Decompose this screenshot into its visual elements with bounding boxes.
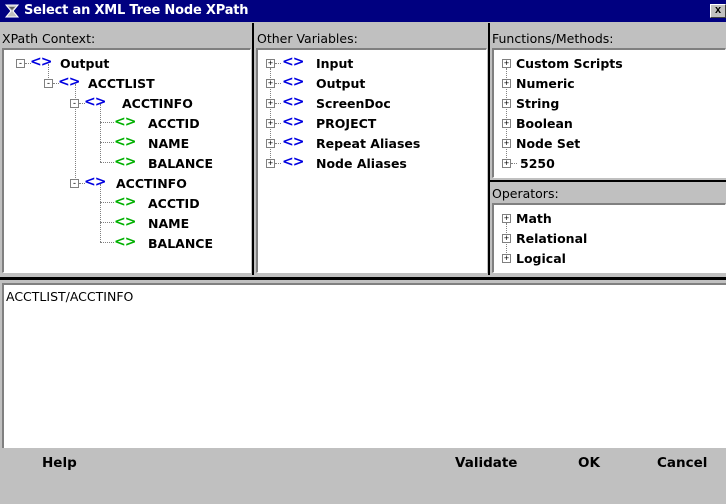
element-icon: <> [114, 234, 136, 250]
element-icon: <> [282, 134, 304, 150]
tree-node-label: Custom Scripts [516, 56, 623, 71]
tree-node-label: NAME [148, 216, 190, 231]
expand-icon[interactable]: + [502, 254, 511, 263]
tree-node-label: Math [516, 211, 552, 226]
validate-button[interactable]: Validate [455, 455, 517, 477]
element-icon: <> [282, 114, 304, 130]
element-icon: <> [114, 134, 136, 150]
xpath-context-tree[interactable]: - <> Output - <> ACCTLIST - <> ACCTINFO … [2, 48, 251, 273]
collapse-icon[interactable]: - [70, 99, 79, 108]
tree-node-label: Input [316, 56, 354, 71]
tree-node-label: Output [316, 76, 366, 91]
expand-icon[interactable]: + [502, 234, 511, 243]
tree-node-label: ACCTID [148, 116, 200, 131]
expand-icon[interactable]: + [266, 139, 275, 148]
other-variables-label: Other Variables: [257, 31, 358, 46]
tree-node-label: PROJECT [316, 116, 377, 131]
expand-icon[interactable]: + [266, 99, 275, 108]
panel-divider[interactable] [488, 23, 490, 275]
tree-node-label: String [516, 96, 560, 111]
other-variables-tree[interactable]: + <> Input + <> Output + <> ScreenDoc + … [256, 48, 487, 273]
tree-node-label: Numeric [516, 76, 575, 91]
ok-button[interactable]: OK [578, 455, 600, 477]
tree-node-label: Node Set [516, 136, 581, 151]
cancel-button[interactable]: Cancel [657, 455, 707, 477]
collapse-icon[interactable]: - [44, 79, 53, 88]
expand-icon[interactable]: + [502, 119, 511, 128]
expand-icon[interactable]: + [266, 119, 275, 128]
element-icon: <> [114, 114, 136, 130]
tree-node-label: Repeat Aliases [316, 136, 421, 151]
element-icon: <> [58, 74, 80, 90]
close-button[interactable]: x [710, 4, 726, 18]
element-icon: <> [114, 154, 136, 170]
title-bar: Select an XML Tree Node XPath x [0, 0, 726, 22]
tree-node-label: ACCTID [148, 196, 200, 211]
tree-node-label: 5250 [520, 156, 555, 171]
element-icon: <> [282, 54, 304, 70]
tree-node-label: BALANCE [148, 236, 214, 251]
element-icon: <> [114, 194, 136, 210]
element-icon: <> [282, 74, 304, 90]
panel-divider[interactable] [252, 23, 254, 275]
tree-node-label: Logical [516, 251, 566, 266]
element-icon: <> [282, 154, 304, 170]
expand-icon[interactable]: + [266, 159, 275, 168]
expand-icon[interactable]: + [502, 79, 511, 88]
collapse-icon[interactable]: - [16, 59, 25, 68]
tree-node-label: Output [60, 56, 110, 71]
tree-node-label: ACCTLIST [88, 76, 155, 91]
element-icon: <> [30, 54, 52, 70]
help-button[interactable]: Help [42, 455, 77, 477]
xpath-context-label: XPath Context: [2, 31, 96, 46]
element-icon: <> [282, 94, 304, 110]
operators-tree[interactable]: + Math + Relational + Logical [492, 203, 726, 273]
expand-icon[interactable]: + [502, 99, 511, 108]
app-icon [4, 4, 20, 18]
expand-icon[interactable]: + [502, 139, 511, 148]
expand-icon[interactable]: + [502, 59, 511, 68]
xpath-expression-value: ACCTLIST/ACCTINFO [6, 289, 134, 304]
splitter[interactable] [0, 277, 726, 280]
tree-node-label: Relational [516, 231, 588, 246]
tree-node-label: BALANCE [148, 156, 214, 171]
functions-tree[interactable]: + Custom Scripts + Numeric + String + Bo… [492, 48, 726, 178]
element-icon: <> [84, 174, 106, 190]
element-icon: <> [114, 214, 136, 230]
expand-icon[interactable]: + [502, 159, 511, 168]
tree-node-label: ACCTINFO [116, 176, 187, 191]
tree-node-label: ScreenDoc [316, 96, 391, 111]
window-title: Select an XML Tree Node XPath [24, 3, 249, 18]
tree-node-label: NAME [148, 136, 190, 151]
expand-icon[interactable]: + [266, 59, 275, 68]
xpath-expression-field[interactable]: ACCTLIST/ACCTINFO [2, 283, 726, 448]
tree-node-label: Boolean [516, 116, 573, 131]
element-icon: <> [84, 94, 106, 110]
collapse-icon[interactable]: - [70, 179, 79, 188]
tree-node-label: Node Aliases [316, 156, 407, 171]
operators-label: Operators: [492, 186, 559, 201]
tree-node-label: ACCTINFO [122, 96, 193, 111]
functions-label: Functions/Methods: [492, 31, 614, 46]
panel-divider[interactable] [490, 180, 726, 182]
expand-icon[interactable]: + [266, 79, 275, 88]
expand-icon[interactable]: + [502, 214, 511, 223]
